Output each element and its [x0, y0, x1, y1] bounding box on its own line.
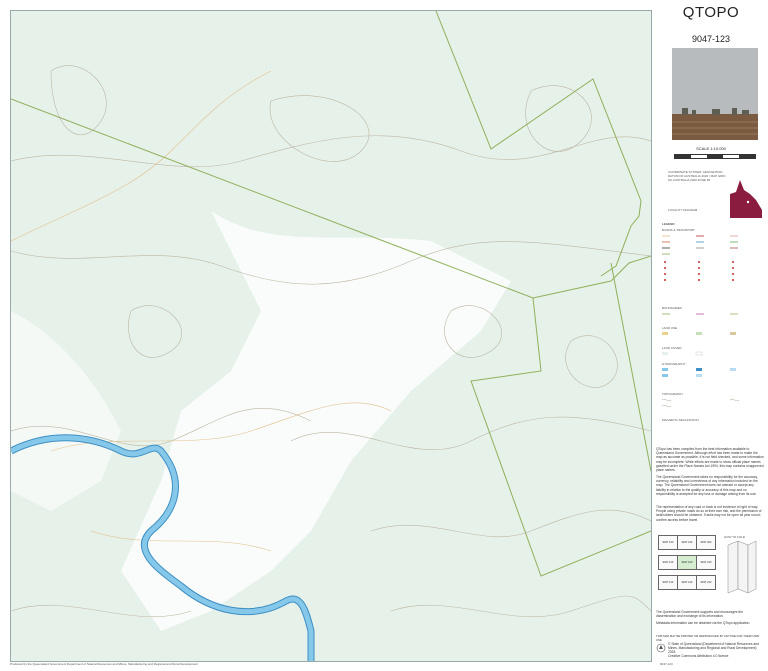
map-info-panel: QTOPO 9047-123 SCALE 1:10,000 COORDINATE… [654, 0, 768, 671]
bottom-bar: Produced by the Queensland Government De… [0, 660, 768, 671]
index-sheet: 9047 213 [696, 555, 716, 570]
legend-symbols [662, 235, 740, 408]
index-sheet: 9047 224 [696, 535, 716, 550]
index-sheet: 9047 212 [696, 575, 716, 590]
queensland-locality-map [730, 180, 764, 225]
queensland-crest-icon [656, 643, 666, 653]
cleared-land [121, 211, 511, 631]
map-canvas[interactable] [11, 11, 651, 661]
disclaimer-paragraph: The representation of any road or track … [656, 505, 762, 522]
index-sheet: 9047 124 [658, 535, 678, 550]
index-sheet: 9047 134 [677, 535, 697, 550]
footer-note: Metadata information can be obtained via… [656, 621, 751, 625]
fold-diagram: HOW TO FOLD [724, 535, 760, 605]
scale-bar [674, 154, 756, 159]
license-text: Creative Commons Attribution 4.0 licence [668, 654, 729, 658]
disclaimer-paragraph: The Queensland Government takes no respo… [656, 475, 758, 496]
index-sheet: 9047 122 [677, 575, 697, 590]
copyright-text: © State of Queensland (Department of Nat… [668, 642, 759, 655]
footer-note: The Queensland Government supports and e… [656, 610, 744, 619]
sheet-number: 9047-123 [691, 34, 731, 44]
producer-text: Produced by the Queensland Government De… [10, 662, 198, 666]
index-sheet-current: 9047 123 [677, 555, 697, 570]
sheet-id-footer: 9047-123 [660, 662, 673, 666]
adjoining-sheets-index: 9047 124 9047 134 9047 224 9047 113 9047… [658, 535, 716, 601]
locality-note: LOCALITY DIAGRAM [668, 208, 698, 212]
disclaimer-paragraph: QTopo has been compiled from the best in… [656, 447, 764, 473]
index-sheet: 9047 112 [658, 575, 678, 590]
index-sheet: 9047 113 [658, 555, 678, 570]
cleared-land [11, 311, 121, 511]
scale-label: SCALE 1:10,000 [696, 146, 726, 151]
landscape-photo [672, 48, 758, 140]
topographic-map[interactable] [10, 10, 652, 662]
legend: LEGEND ROADS & TRANSPORT BOUNDARIES LAND… [662, 222, 764, 440]
map-title: QTOPO [682, 4, 740, 21]
projection-note: COORDINATE SYSTEM: GEOCENTRIC DATUM OF A… [668, 170, 726, 182]
